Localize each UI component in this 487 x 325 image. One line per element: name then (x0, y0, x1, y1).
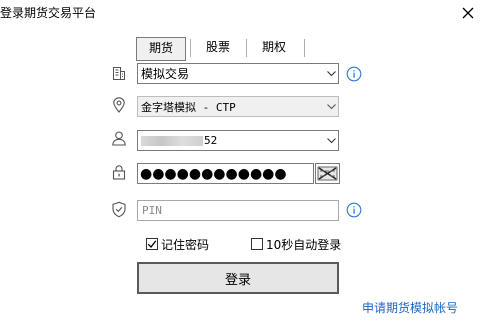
close-button[interactable] (455, 0, 481, 26)
auto-login-checkbox[interactable]: 10秒自动登录 (251, 236, 341, 252)
checkmark-icon (147, 240, 157, 248)
info-icon[interactable] (346, 66, 362, 82)
building-icon (110, 64, 128, 82)
masked-account-digits (141, 136, 203, 146)
tab-futures[interactable]: 期货 (136, 37, 186, 61)
info-icon[interactable] (346, 202, 362, 218)
user-icon (110, 129, 128, 147)
chevron-down-icon (324, 97, 338, 116)
tab-separator (190, 39, 191, 57)
tab-separator (304, 39, 305, 57)
server-select[interactable]: 金字塔模拟 - CTP (137, 96, 339, 117)
apply-demo-account-link[interactable]: 申请期货模拟帐号 (362, 299, 458, 316)
virtual-keyboard-button[interactable] (315, 163, 340, 184)
shield-icon (110, 200, 128, 218)
account-select[interactable]: 52 (137, 130, 339, 151)
checkbox-box[interactable] (251, 238, 263, 250)
tab-separator (246, 39, 247, 57)
checkbox-box[interactable] (146, 238, 158, 250)
tab-stocks[interactable]: 股票 (192, 37, 244, 59)
auto-login-label: 10秒自动登录 (266, 237, 342, 252)
account-value: 52 (141, 134, 324, 147)
account-visible-suffix: 52 (204, 134, 218, 147)
trading-mode-select[interactable]: 模拟交易 (137, 63, 339, 84)
chevron-down-icon (324, 131, 338, 150)
location-pin-icon (110, 96, 128, 114)
window-title: 登录期货交易平台 (0, 6, 97, 20)
remember-password-checkbox[interactable]: 记住密码 (146, 236, 209, 252)
virtual-keyboard-icon (317, 166, 338, 181)
chevron-down-icon (324, 64, 338, 83)
password-dots: ●●●●●●●●●●●● (140, 165, 287, 182)
login-button[interactable]: 登录 (137, 262, 339, 294)
tab-options[interactable]: 期权 (248, 37, 300, 59)
market-tabs: 期货 股票 期权 (136, 37, 306, 61)
close-icon (462, 7, 474, 19)
lock-icon (110, 163, 128, 181)
remember-password-label: 记住密码 (161, 237, 210, 252)
server-value: 金字塔模拟 - CTP (141, 100, 236, 114)
trading-mode-value: 模拟交易 (141, 67, 190, 81)
password-input[interactable]: ●●●●●●●●●●●● (137, 163, 314, 184)
pin-input[interactable]: PIN (137, 200, 339, 221)
pin-placeholder: PIN (142, 204, 162, 217)
